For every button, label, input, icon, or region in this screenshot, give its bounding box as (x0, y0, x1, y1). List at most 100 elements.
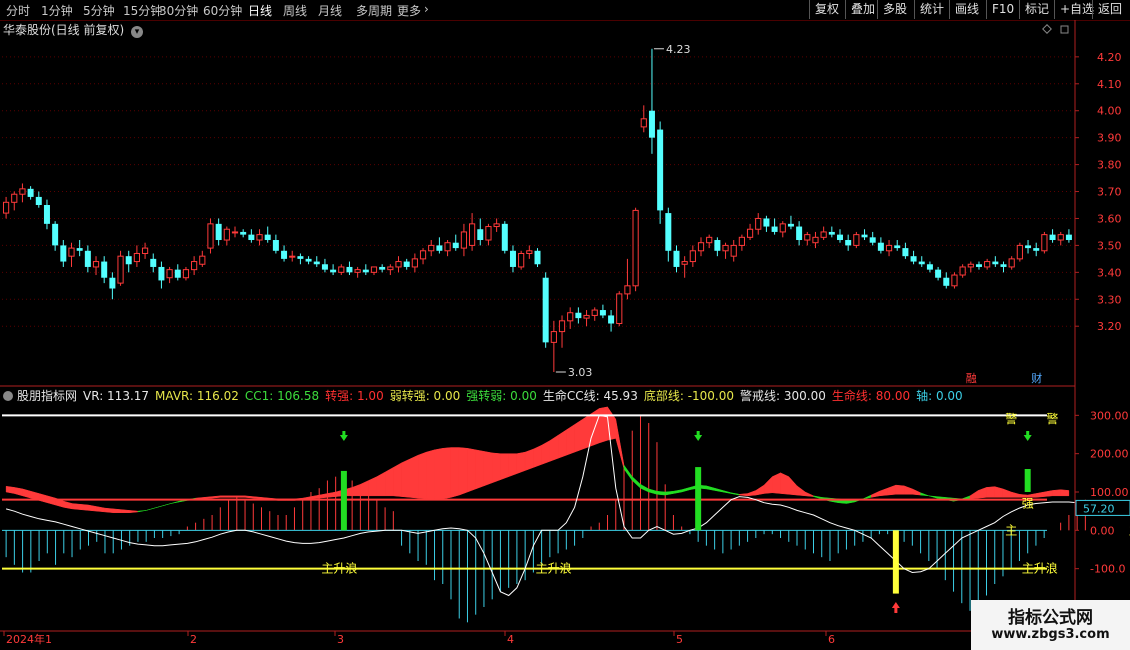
band-segment-78 (648, 488, 658, 495)
band-segment-104 (862, 494, 872, 500)
x-tick-label-1: 2 (190, 633, 197, 646)
candle-body-3 (27, 188, 34, 197)
band-segment-10 (88, 504, 97, 512)
candle-body-13 (109, 277, 116, 289)
candle-body-67 (550, 331, 557, 343)
band-segment-85 (706, 485, 715, 491)
candle-body-121 (992, 261, 999, 265)
band-segment-109 (903, 485, 913, 495)
chevron-down-icon[interactable] (3, 391, 13, 401)
arrow-down-icon-0 (339, 431, 348, 441)
candle-7 (60, 240, 67, 267)
band-segment-42 (351, 483, 361, 497)
candle-89 (730, 240, 737, 262)
candle-85 (697, 237, 705, 257)
current-value-label: 57.20 (1083, 502, 1115, 515)
candle-124 (1016, 242, 1023, 262)
candle-body-113 (926, 264, 933, 270)
candle-69 (567, 307, 574, 329)
candle-body-89 (730, 244, 737, 257)
signal-label-4: 警 (1046, 411, 1058, 426)
candle-body-69 (567, 312, 574, 322)
legend-item-9: 警戒线: 300.00 (740, 389, 826, 403)
candle-body-63 (518, 252, 525, 268)
candle-body-125 (1025, 245, 1032, 249)
candle-body-82 (673, 250, 680, 267)
candle-body-42 (346, 266, 353, 273)
candle-body-55 (452, 242, 459, 249)
candle-body-30 (248, 234, 255, 241)
candle-body-51 (419, 250, 427, 260)
signal-bar-1 (695, 467, 702, 531)
candle-45 (370, 266, 378, 276)
candle-body-60 (493, 223, 500, 228)
candle-98 (804, 231, 811, 246)
y-tick-label-7: 3.90 (1097, 132, 1122, 145)
candle-26 (215, 218, 222, 246)
band-segment-28 (236, 495, 246, 498)
candle-59 (485, 223, 492, 246)
candle-body-50 (411, 258, 418, 268)
candle-42 (346, 261, 353, 276)
legend-item-7: 生命CC线: 45.93 (542, 389, 638, 403)
candle-body-33 (272, 240, 279, 251)
candle-50 (411, 253, 418, 273)
candle-body-65 (534, 250, 541, 265)
candle-58 (477, 218, 484, 246)
candle-125 (1025, 240, 1032, 254)
signal-label-2: 主升浪 (1022, 561, 1058, 576)
band-segment-77 (640, 483, 649, 493)
indicator-legend: 股朋指标网 VR: 113.17 MAVR: 116.02 CC1: 106.58 转强… (3, 387, 969, 404)
candle-104 (853, 231, 860, 249)
candle-33 (272, 234, 279, 254)
candle-115 (943, 272, 950, 289)
legend-item-8: 底部线: -100.00 (643, 389, 735, 403)
candle-body-61 (501, 223, 508, 251)
x-tick-label-5: 6 (828, 633, 835, 646)
candle-body-23 (191, 261, 198, 271)
candle-body-101 (828, 231, 835, 235)
candle-body-22 (182, 269, 190, 279)
candle-body-2 (19, 188, 26, 195)
candle-body-25 (207, 223, 214, 249)
candle-body-79 (648, 110, 655, 138)
candle-31 (256, 229, 263, 246)
candle-body-12 (101, 261, 108, 278)
band-segment-105 (870, 490, 880, 498)
band-segment-48 (401, 458, 411, 498)
candle-86 (706, 234, 713, 249)
candle-29 (240, 229, 247, 238)
candle-103 (845, 234, 852, 251)
candle-body-81 (665, 213, 672, 251)
candle-body-93 (763, 218, 770, 227)
ind-y-label-2: 0.00 (1090, 524, 1115, 537)
band-segment-54 (450, 447, 460, 498)
candle-43 (354, 266, 361, 278)
candle-body-18 (150, 258, 157, 267)
candle-body-123 (1008, 258, 1015, 268)
candle-body-91 (746, 228, 754, 238)
candle-body-36 (297, 256, 304, 259)
candle-body-112 (918, 261, 925, 265)
band-segment-106 (879, 487, 888, 497)
event-marker-1: 财 (1031, 371, 1042, 385)
band-segment-47 (393, 462, 402, 497)
band-segment-26 (220, 495, 229, 498)
band-segment-39 (327, 491, 336, 498)
candle-130 (1065, 229, 1072, 243)
candle-body-16 (133, 252, 140, 263)
candle-body-6 (52, 223, 59, 246)
candle-40 (330, 264, 337, 276)
candle-70 (575, 307, 582, 324)
candle-body-57 (468, 223, 476, 246)
band-segment-63 (524, 448, 534, 471)
band-segment-95 (788, 476, 798, 496)
legend-item-10: 生命线: 80.00 (831, 389, 911, 403)
band-segment-56 (467, 447, 476, 493)
ind-y-label-3: 100.00 (1090, 486, 1129, 499)
band-segment-7 (63, 500, 73, 510)
candle-body-124 (1016, 244, 1023, 260)
band-segment-119 (986, 486, 995, 498)
candle-109 (894, 240, 901, 251)
candle-64 (526, 245, 533, 259)
